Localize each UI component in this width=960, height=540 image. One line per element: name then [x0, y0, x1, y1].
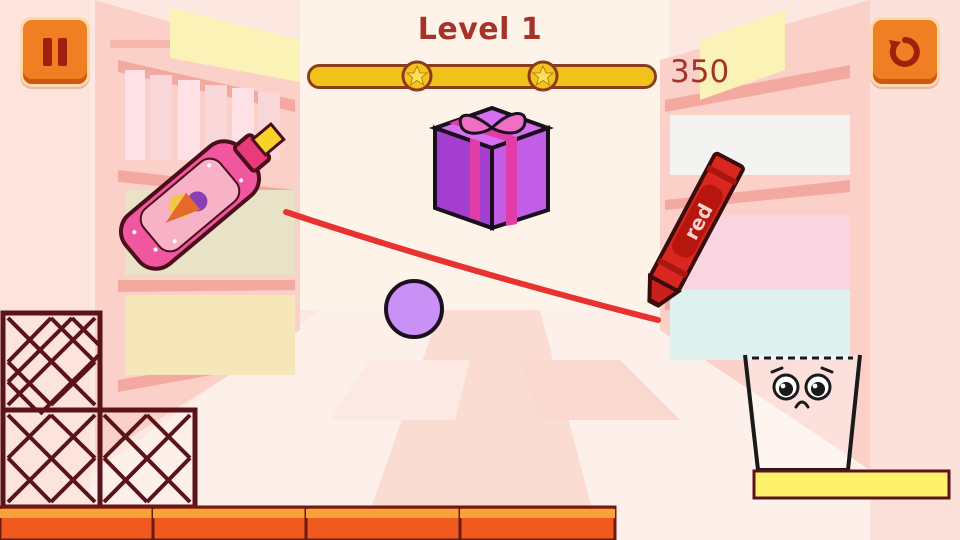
restart-button[interactable] — [870, 17, 940, 87]
star-icon — [401, 60, 433, 92]
game-stage[interactable]: red Level 1 350 — [0, 0, 960, 540]
target-glass — [743, 354, 862, 472]
pause-icon — [43, 38, 67, 66]
gift-box — [428, 105, 554, 231]
floor-bricks — [0, 505, 617, 540]
score-progress-bar — [307, 64, 657, 89]
star-icon — [527, 60, 559, 92]
score-value: 350 — [670, 54, 730, 90]
restart-icon — [889, 37, 920, 67]
glass-platform — [752, 469, 951, 500]
score-progress-fill — [310, 67, 654, 86]
ball — [384, 279, 444, 339]
level-title: Level 1 — [417, 12, 543, 47]
pause-button[interactable] — [20, 17, 90, 87]
